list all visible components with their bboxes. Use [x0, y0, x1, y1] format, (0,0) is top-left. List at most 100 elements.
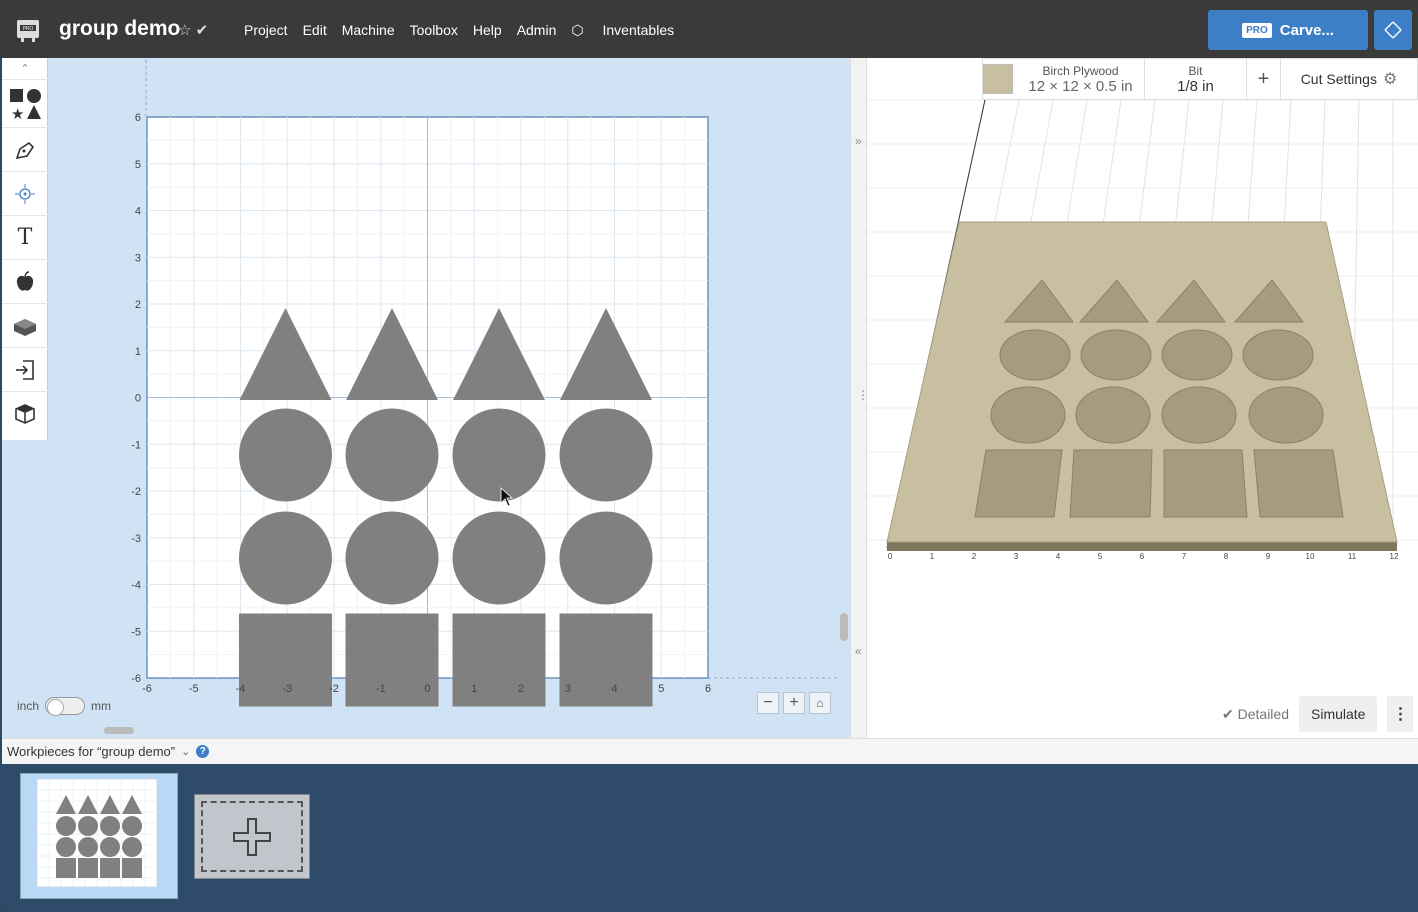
menu-inventables[interactable]: ⬡ Inventables [571, 22, 689, 39]
menu-project[interactable]: Project [244, 22, 288, 39]
circle-pocket [1075, 386, 1151, 444]
circle-shape[interactable] [559, 408, 653, 502]
preview-tick-label: 12 [1390, 552, 1399, 561]
design-canvas[interactable]: 6 5 4 3 2 1 0 -1 -2 -3 -4 -5 -6 -6 -5 -4 -3 -2 -1 0 1 2 3 4 5 6 [0, 58, 850, 738]
cut-settings-button[interactable]: Cut Settings ⚙ [1281, 59, 1417, 99]
home-view-button[interactable]: ⌂ [809, 692, 831, 714]
home-icon: ⌂ [816, 696, 824, 710]
y-tick-label: 2 [135, 299, 141, 311]
unit-mm-label: mm [91, 699, 112, 713]
star-icon[interactable]: ☆ [178, 22, 191, 39]
circle-pocket [1161, 329, 1233, 381]
text-icon: T [17, 225, 33, 250]
chevron-down-icon[interactable]: ⌄ [181, 745, 190, 758]
detailed-toggle[interactable]: ✔ Detailed [1222, 706, 1289, 723]
circle-shape[interactable] [239, 511, 332, 605]
menu-toolbox[interactable]: Toolbox [410, 22, 458, 39]
preview-tick-label: 9 [1266, 552, 1271, 561]
y-tick-label: 5 [135, 159, 141, 171]
pen-tool[interactable] [2, 128, 48, 172]
circle-pocket [1242, 329, 1314, 381]
x-tick-label: -3 [282, 683, 292, 695]
pen-icon [15, 141, 35, 159]
thumb-square [56, 858, 76, 878]
workpiece-thumbnail[interactable] [20, 773, 178, 899]
left-toolbar: ⌃ ★ T [2, 58, 48, 440]
more-options-icon[interactable]: ⋮ [1387, 696, 1414, 732]
material-selector[interactable]: Birch Plywood 12 × 12 × 0.5 in [1003, 59, 1145, 99]
circle-shape[interactable] [345, 408, 439, 502]
units-toggle[interactable] [45, 697, 86, 716]
circle-pocket [1080, 329, 1152, 381]
circle-shape[interactable] [239, 408, 332, 502]
3d-model-tool[interactable] [2, 392, 48, 436]
machine-connect-button[interactable] [1374, 10, 1412, 50]
svg-text:★: ★ [11, 105, 24, 121]
collapse-toolbar-icon[interactable]: ⌃ [2, 58, 48, 80]
thumb-square [100, 858, 120, 878]
workpieces-title[interactable]: Workpieces for “group demo” [7, 744, 175, 759]
y-tick-label: 3 [135, 252, 141, 264]
expand-left-icon[interactable]: « [855, 644, 862, 658]
preview-tick-label: 5 [1098, 552, 1103, 561]
zoom-out-button[interactable]: − [757, 692, 779, 714]
icons-tool[interactable] [2, 260, 48, 304]
thumb-square [78, 858, 98, 878]
preview-axis-ticks: 0 1 2 3 4 5 6 7 8 9 10 11 12 [888, 552, 1399, 561]
menu-edit[interactable]: Edit [303, 22, 327, 39]
3d-preview[interactable]: 0 1 2 3 4 5 6 7 8 9 10 11 12 [867, 58, 1418, 678]
square-pocket [974, 449, 1063, 518]
units-toggle-group: inch mm [17, 697, 112, 716]
add-workpiece-button[interactable] [194, 794, 310, 879]
x-tick-label: 3 [565, 683, 571, 695]
preview-panel: 0 1 2 3 4 5 6 7 8 9 10 11 12 [867, 58, 1418, 738]
workpieces-header: Workpieces for “group demo” ⌄ ? [2, 738, 1418, 764]
y-tick-label: -5 [131, 626, 141, 638]
board-edge [887, 542, 1397, 551]
circle-pocket [1161, 386, 1237, 444]
x-tick-label: -6 [142, 683, 152, 695]
circle-shape[interactable] [345, 511, 439, 605]
apps-tool[interactable] [2, 304, 48, 348]
panel-splitter[interactable]: » ⋮ « [850, 58, 869, 738]
horizontal-scrollbar[interactable] [104, 727, 134, 734]
shapes-tool[interactable]: ★ [2, 80, 48, 128]
circle-pocket [1248, 386, 1324, 444]
carve-button[interactable]: PRO Carve... [1208, 10, 1368, 50]
thumb-circle [122, 837, 142, 857]
easel-logo-icon[interactable]: PRO [14, 16, 42, 44]
vertical-scrollbar[interactable] [840, 613, 848, 641]
x-tick-label: -1 [376, 683, 386, 695]
x-tick-label: 2 [518, 683, 524, 695]
expand-right-icon[interactable]: » [855, 134, 862, 148]
text-tool[interactable]: T [2, 216, 48, 260]
y-tick-label: -1 [131, 439, 141, 451]
zoom-in-button[interactable]: + [783, 692, 805, 714]
add-bit-button[interactable]: + [1247, 59, 1281, 99]
square-shape[interactable] [559, 613, 653, 707]
help-icon[interactable]: ? [196, 745, 210, 758]
square-pocket [1253, 449, 1344, 518]
circle-shape[interactable] [452, 511, 546, 605]
circle-shape[interactable] [559, 511, 653, 605]
import-tool[interactable] [2, 348, 48, 392]
menu-admin[interactable]: Admin [517, 22, 557, 39]
thumb-circle [122, 816, 142, 836]
square-shape[interactable] [452, 613, 546, 707]
zoom-controls: − + ⌂ [757, 692, 831, 714]
preview-tick-label: 0 [888, 552, 893, 561]
menu-machine[interactable]: Machine [342, 22, 395, 39]
x-tick-label: -4 [236, 683, 246, 695]
circle-shape[interactable] [452, 408, 546, 502]
x-tick-label: 5 [658, 683, 664, 695]
simulate-button[interactable]: Simulate [1299, 696, 1378, 732]
circle-pocket [990, 386, 1066, 444]
top-bar: PRO group demo ☆ ✔ Project Edit Machine … [0, 0, 1418, 58]
point-tool[interactable] [2, 172, 48, 216]
preview-tick-label: 2 [972, 552, 977, 561]
menu-help[interactable]: Help [473, 22, 502, 39]
x-tick-label: 4 [611, 683, 617, 695]
preview-tick-label: 4 [1056, 552, 1061, 561]
document-title[interactable]: group demo [59, 17, 180, 41]
bit-selector[interactable]: Bit 1/8 in [1145, 59, 1247, 99]
